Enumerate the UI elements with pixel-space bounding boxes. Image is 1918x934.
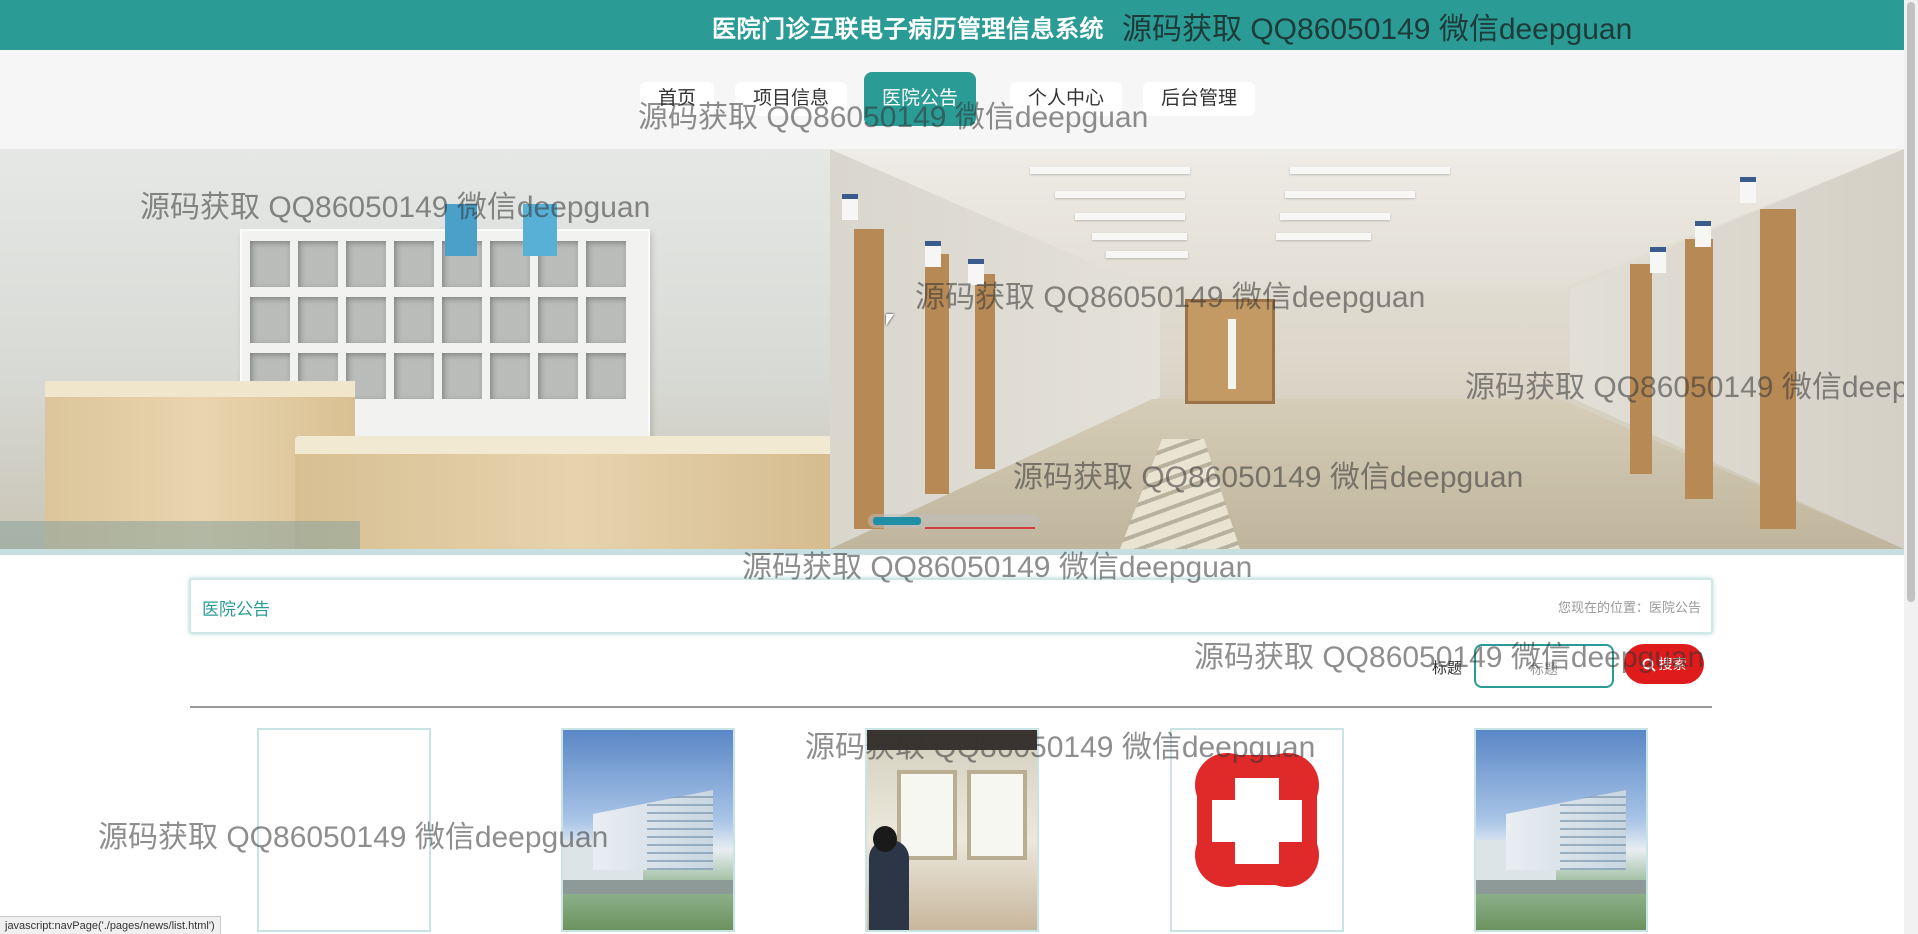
watermark-text: 源码获取 QQ86050149 微信deepguan [1013,461,1524,494]
carousel-indicator-active[interactable] [873,517,921,525]
top-header: 医院门诊互联电子病历管理信息系统 源码获取 QQ86050149 微信deepg… [0,0,1904,50]
watermark-text: 源码获取 QQ86050149 微信deepguan [1465,371,1904,404]
watermark-text: 源码获取 QQ86050149 微信deepguan [915,281,1426,314]
watermark-text: 源码获取 QQ86050149 微信deepguan [98,821,609,854]
announcement-card-5[interactable] [1474,728,1648,932]
page-title: 医院公告 [202,600,270,619]
content-divider [190,706,1712,708]
watermark-text: 源码获取 QQ86050149 微信deepguan [638,101,1149,134]
watermark-text: 源码获取 QQ86050149 微信deepguan [1194,641,1705,674]
breadcrumb-location: 您现在的位置：医院公告 [1558,597,1701,616]
watermark-text: 源码获取 QQ86050149 微信deepguan [742,551,1253,584]
breadcrumb-prefix: 您现在的位置： [1557,600,1649,615]
scrollbar-thumb[interactable] [1907,2,1915,602]
card-image-hospital-building [1476,730,1646,930]
mouse-cursor-icon [886,314,894,326]
nav-item-admin[interactable]: 后台管理 [1143,82,1256,116]
page-scrollbar[interactable] [1904,0,1918,934]
watermark-text: 源码获取 QQ86050149 微信deepguan [140,191,651,224]
breadcrumb-current[interactable]: 医院公告 [1649,600,1701,615]
header-watermark: 源码获取 QQ86050149 微信deepguan [1122,13,1633,46]
watermark-text: 源码获取 QQ86050149 微信deepguan [805,731,1316,764]
breadcrumb: 医院公告 您现在的位置：医院公告 [189,578,1713,634]
browser-status-bar: javascript:navPage('./pages/news/list.ht… [0,916,221,934]
carousel-indicator-progress [925,527,1035,529]
site-title: 医院门诊互联电子病历管理信息系统 [712,16,1104,43]
